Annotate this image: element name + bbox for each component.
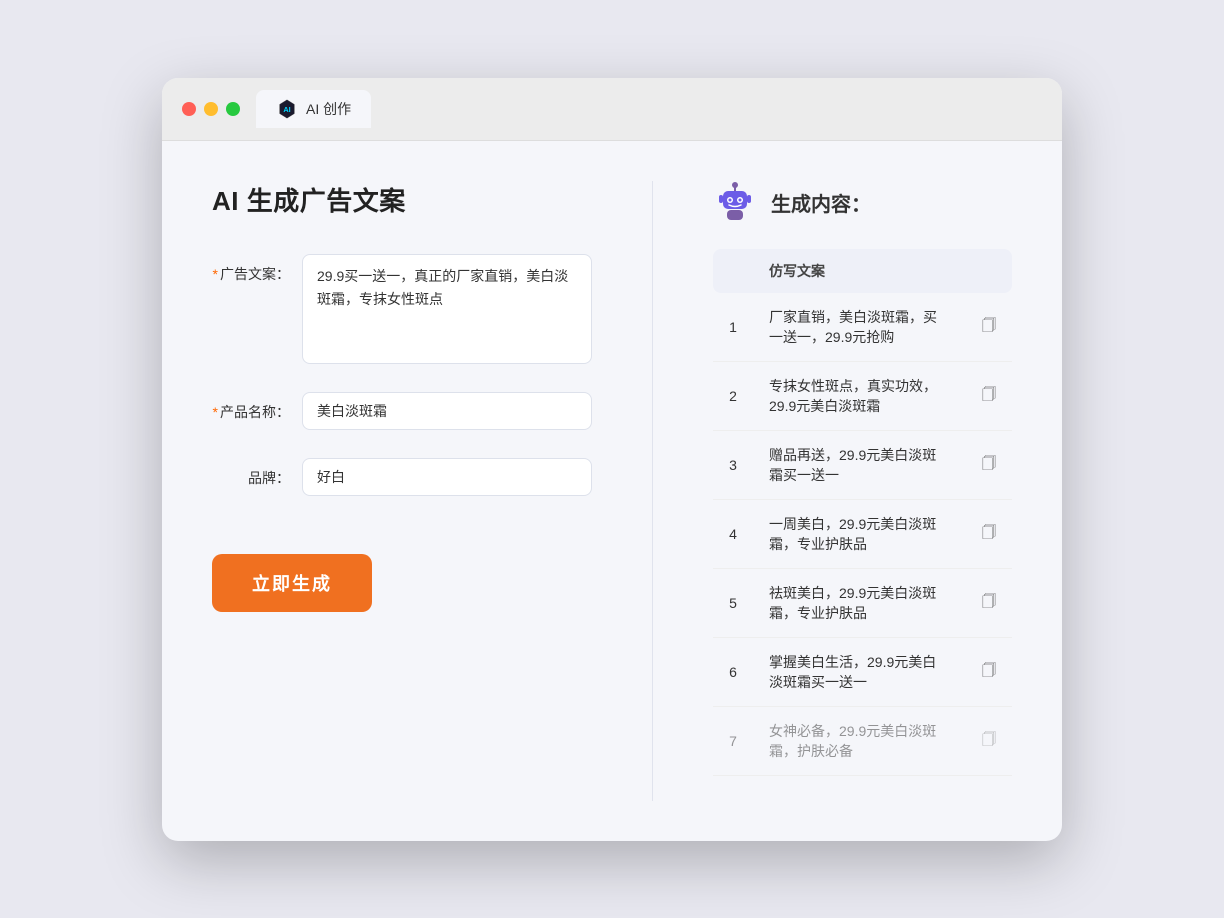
row-number: 4 <box>713 499 753 568</box>
row-text: 赠品再送，29.9元美白淡斑霜买一送一 <box>753 430 966 499</box>
ad-text-input[interactable]: 29.9买一送一，真正的厂家直销，美白淡斑霜，专抹女性斑点 <box>302 254 592 364</box>
product-name-input[interactable] <box>302 392 592 430</box>
table-row: 2专抹女性斑点，真实功效，29.9元美白淡斑霜🗍 <box>713 361 1012 430</box>
row-number: 6 <box>713 637 753 706</box>
main-content: AI 生成广告文案 *广告文案： 29.9买一送一，真正的厂家直销，美白淡斑霜，… <box>162 141 1062 841</box>
results-table: 仿写文案 1厂家直销，美白淡斑霜，买一送一，29.9元抢购🗍2专抹女性斑点，真实… <box>713 249 1012 776</box>
brand-group: 品牌： <box>212 458 592 496</box>
row-text: 掌握美白生活，29.9元美白淡斑霜买一送一 <box>753 637 966 706</box>
brand-input[interactable] <box>302 458 592 496</box>
title-bar: AI AI 创作 <box>162 78 1062 141</box>
row-number: 5 <box>713 568 753 637</box>
result-title: 生成内容： <box>771 188 871 217</box>
col-action <box>966 249 1012 293</box>
copy-button[interactable]: 🗍 <box>966 361 1012 430</box>
row-text: 女神必备，29.9元美白淡斑霜，护肤必备 <box>753 706 966 775</box>
col-text: 仿写文案 <box>753 249 966 293</box>
ad-text-group: *广告文案： 29.9买一送一，真正的厂家直销，美白淡斑霜，专抹女性斑点 <box>212 254 592 364</box>
generate-button[interactable]: 立即生成 <box>212 554 372 612</box>
required-mark-2: * <box>213 404 218 420</box>
ad-text-label: *广告文案： <box>212 254 302 284</box>
copy-button[interactable]: 🗍 <box>966 637 1012 706</box>
row-number: 2 <box>713 361 753 430</box>
table-row: 1厂家直销，美白淡斑霜，买一送一，29.9元抢购🗍 <box>713 293 1012 362</box>
row-text: 一周美白，29.9元美白淡斑霜，专业护肤品 <box>753 499 966 568</box>
row-number: 7 <box>713 706 753 775</box>
product-name-group: *产品名称： <box>212 392 592 430</box>
required-mark: * <box>213 266 218 282</box>
table-row: 7女神必备，29.9元美白淡斑霜，护肤必备🗍 <box>713 706 1012 775</box>
copy-button[interactable]: 🗍 <box>966 293 1012 362</box>
product-name-label: *产品名称： <box>212 392 302 422</box>
table-row: 3赠品再送，29.9元美白淡斑霜买一送一🗍 <box>713 430 1012 499</box>
traffic-lights <box>182 102 240 116</box>
minimize-button[interactable] <box>204 102 218 116</box>
robot-icon <box>713 181 757 225</box>
close-button[interactable] <box>182 102 196 116</box>
result-header: 生成内容： <box>713 181 1012 225</box>
copy-button[interactable]: 🗍 <box>966 499 1012 568</box>
page-title: AI 生成广告文案 <box>212 181 592 218</box>
left-panel: AI 生成广告文案 *广告文案： 29.9买一送一，真正的厂家直销，美白淡斑霜，… <box>212 181 592 801</box>
maximize-button[interactable] <box>226 102 240 116</box>
tab-ai-create[interactable]: AI AI 创作 <box>256 90 371 128</box>
table-row: 6掌握美白生活，29.9元美白淡斑霜买一送一🗍 <box>713 637 1012 706</box>
copy-button[interactable]: 🗍 <box>966 706 1012 775</box>
panel-divider <box>652 181 653 801</box>
right-panel: 生成内容： 仿写文案 1厂家直销，美白淡斑霜，买一送一，29.9元抢购🗍2专抹女… <box>713 181 1012 801</box>
browser-window: AI AI 创作 AI 生成广告文案 *广告文案： 29.9买一送一，真正的厂家… <box>162 78 1062 841</box>
row-text: 专抹女性斑点，真实功效，29.9元美白淡斑霜 <box>753 361 966 430</box>
tab-label: AI 创作 <box>306 99 351 119</box>
copy-button[interactable]: 🗍 <box>966 430 1012 499</box>
row-text: 祛斑美白，29.9元美白淡斑霜，专业护肤品 <box>753 568 966 637</box>
row-number: 1 <box>713 293 753 362</box>
table-row: 4一周美白，29.9元美白淡斑霜，专业护肤品🗍 <box>713 499 1012 568</box>
row-number: 3 <box>713 430 753 499</box>
col-num <box>713 249 753 293</box>
copy-button[interactable]: 🗍 <box>966 568 1012 637</box>
ai-tab-icon: AI <box>276 98 298 120</box>
svg-text:AI: AI <box>283 105 290 114</box>
table-row: 5祛斑美白，29.9元美白淡斑霜，专业护肤品🗍 <box>713 568 1012 637</box>
row-text: 厂家直销，美白淡斑霜，买一送一，29.9元抢购 <box>753 293 966 362</box>
brand-label: 品牌： <box>212 458 302 488</box>
